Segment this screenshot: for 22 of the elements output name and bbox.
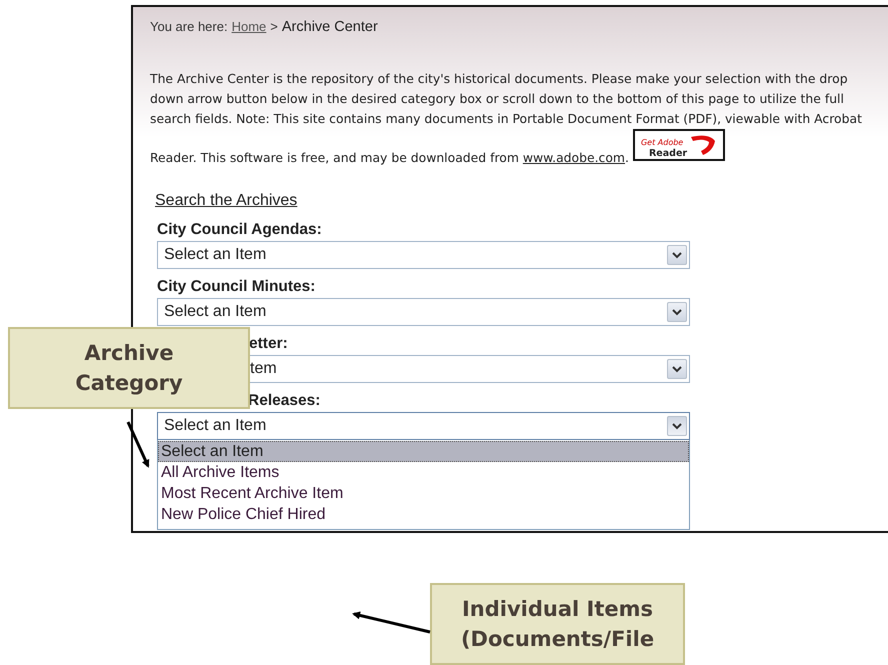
category-dropdown[interactable]: Select an Item [157,298,690,326]
dropdown-option[interactable]: Most Recent Archive Item [158,483,689,504]
category-dropdown[interactable]: Select an Item [157,412,690,440]
dropdown-option[interactable]: New Police Chief Hired [158,504,689,525]
intro-paragraph-end: Reader. This software is free, and may be downloaded from www.adobe.com. [150,149,629,167]
adobe-link[interactable]: www.adobe.com [522,150,626,165]
dropdown-option[interactable]: All Archive Items [158,462,689,483]
callout-tooltip: Archive Category [8,327,250,409]
breadcrumb-label: You are here: [150,19,228,34]
dropdown-option[interactable]: Select an Item [158,441,689,462]
category-dropdown[interactable]: Select an Item [157,241,690,269]
pointer-arrow [126,421,150,468]
breadcrumb-separator: > [270,19,278,34]
breadcrumb-current: Archive Center [282,19,378,35]
category-label: City Council Agendas: [157,220,323,240]
adobe-reader-badge[interactable]: Get Adobe Reader [632,129,725,161]
search-archives-link[interactable]: Search the Archives [155,192,298,210]
category-label: City Council Minutes: [157,277,316,297]
callout-tooltip: Individual Items (Documents/File [430,583,685,665]
home-link[interactable]: Home [232,19,266,34]
intro-paragraph: The Archive Center is the repository of the city's historical documents. Please make your selection with the drop down arrow button below in the desired category box or scroll down to the bottom of this page to utilize the full search fields. Note: This site contains many documents in Portable Document Format (PDF), viewable with Acrobat [150,70,863,128]
category-label: Releases: [247,391,322,411]
